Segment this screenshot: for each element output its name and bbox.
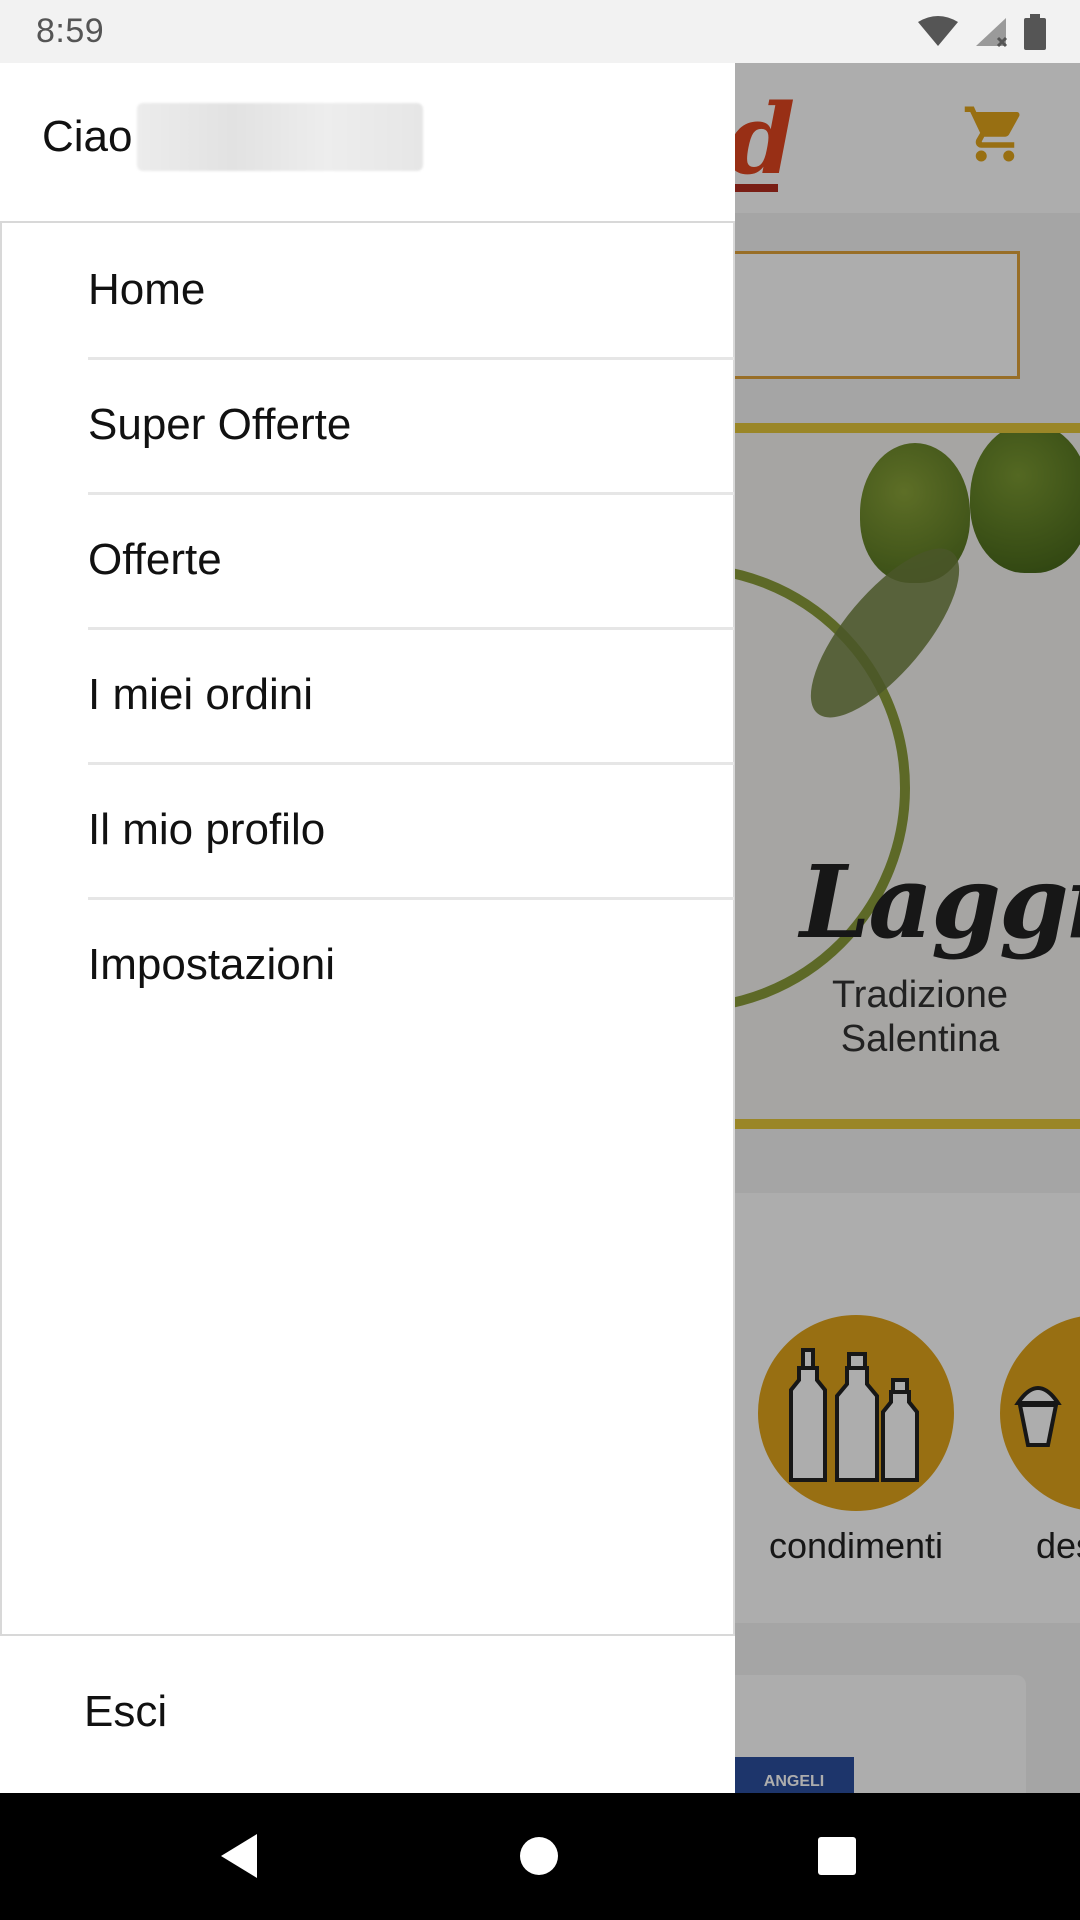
menu-item-my-profile[interactable]: Il mio profilo (88, 763, 734, 900)
status-icons (918, 14, 1046, 50)
menu-item-super-offerte[interactable]: Super Offerte (88, 358, 734, 495)
status-bar: 8:59 (0, 0, 1080, 63)
greeting-text: Ciao (42, 112, 133, 161)
menu-item-settings[interactable]: Impostazioni (88, 898, 734, 1032)
menu-item-offerte[interactable]: Offerte (88, 493, 734, 630)
navigation-drawer: Ciao Home Super Offerte Offerte I miei o… (0, 63, 735, 1793)
user-name-redacted (136, 103, 423, 171)
drawer-greeting: Ciao (42, 103, 423, 171)
system-nav-bar (0, 1793, 1080, 1920)
menu-item-home[interactable]: Home (88, 223, 734, 360)
recents-icon[interactable] (804, 1823, 870, 1889)
back-icon[interactable] (206, 1823, 272, 1889)
menu-item-my-orders[interactable]: I miei ordini (88, 628, 734, 765)
drawer-menu: Home Super Offerte Offerte I miei ordini… (0, 221, 735, 1636)
home-icon[interactable] (506, 1823, 572, 1889)
battery-icon (1024, 14, 1046, 50)
signal-icon (974, 16, 1008, 48)
status-time: 8:59 (36, 12, 105, 50)
logout-button[interactable]: Esci (84, 1633, 167, 1791)
wifi-icon (918, 16, 958, 48)
